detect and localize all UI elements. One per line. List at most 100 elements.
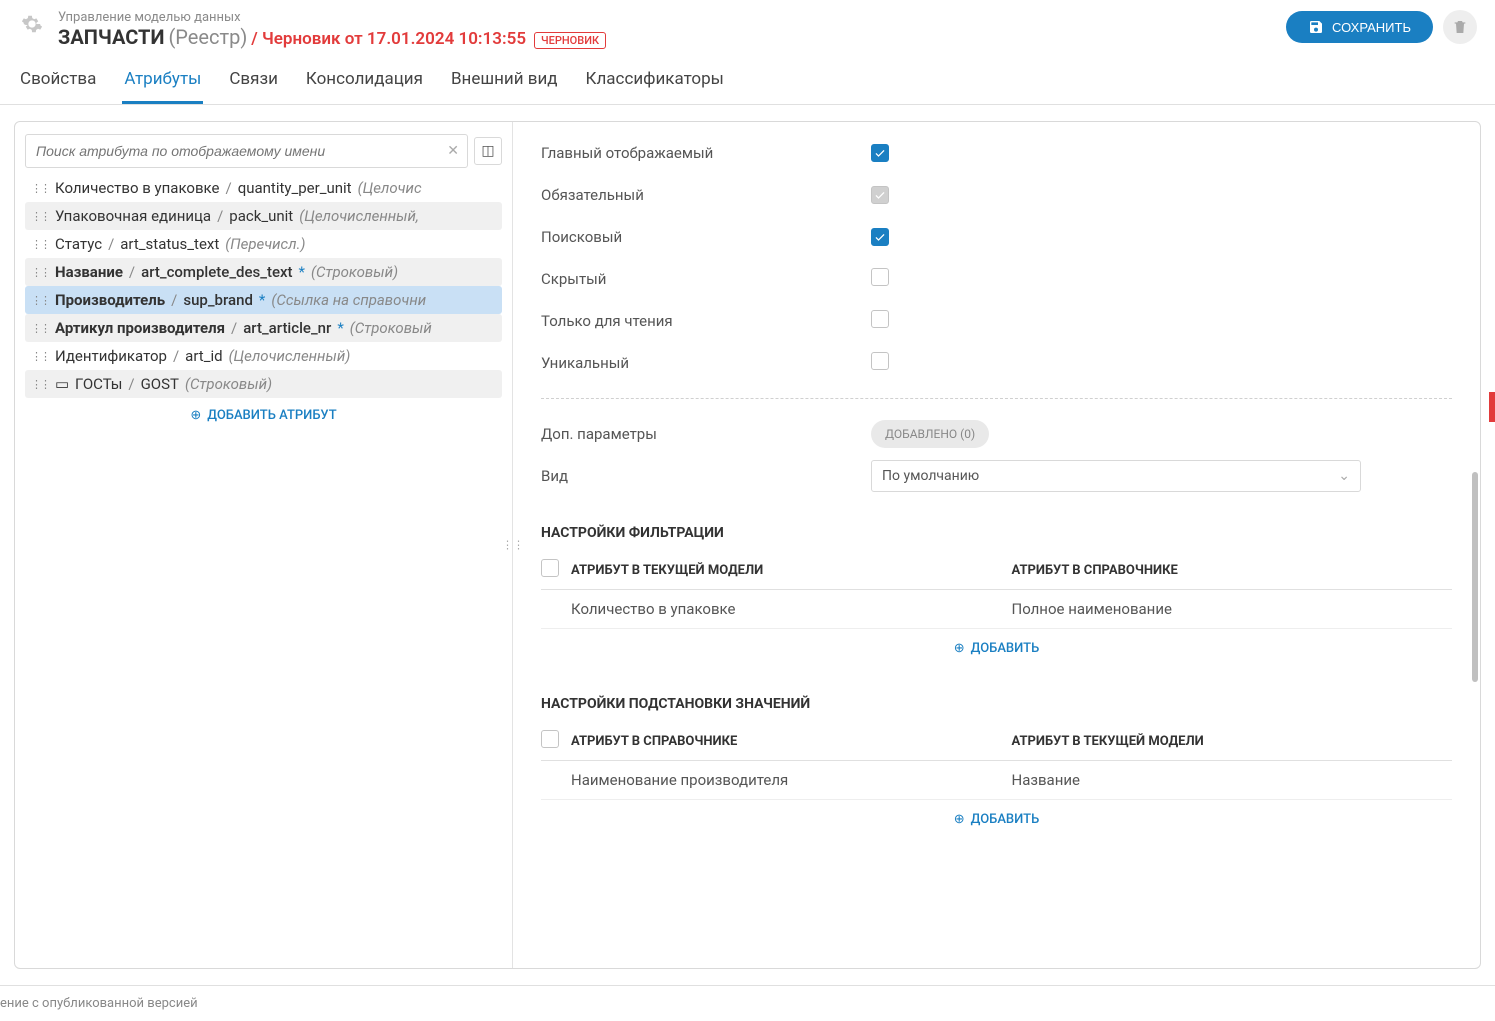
filter-col2: АТРИБУТ В СПРАВОЧНИКЕ (1012, 563, 1453, 578)
subst-add-button[interactable]: ⊕ ДОБАВИТЬ (541, 800, 1452, 839)
drag-icon[interactable]: ⋮⋮ (31, 378, 49, 391)
save-button-label: СОХРАНИТЬ (1332, 20, 1411, 35)
attr-code: sup_brand (183, 291, 253, 309)
subst-header-checkbox[interactable] (541, 730, 559, 748)
filter-row[interactable]: Количество в упаковке Полное наименовани… (541, 590, 1452, 629)
drag-icon[interactable]: ⋮⋮ (31, 266, 49, 279)
attribute-row[interactable]: ⋮⋮▭ГОСТы / GOST (Строковый) (25, 370, 502, 398)
separator: / (171, 291, 177, 309)
expand-button[interactable]: ◫ (474, 137, 502, 165)
separator: / (108, 235, 114, 253)
subst-section-title: НАСТРОЙКИ ПОДСТАНОВКИ ЗНАЧЕНИЙ (541, 696, 1452, 712)
label-unique: Уникальный (541, 354, 871, 372)
attribute-row[interactable]: ⋮⋮ Упаковочная единица / pack_unit (Целоч… (25, 202, 502, 230)
separator: / (225, 179, 231, 197)
link-icon: ▭ (55, 375, 69, 393)
attr-type: (Целочисленный, (299, 207, 419, 225)
add-attribute-button[interactable]: ⊕ ДОБАВИТЬ АТРИБУТ (25, 398, 502, 433)
separator: / (231, 319, 237, 337)
attribute-row[interactable]: ⋮⋮Статус / art_status_text (Перечисл.) (25, 230, 502, 258)
attribute-row[interactable]: ⋮⋮ Производитель / sup_brand * (Ссылка на… (25, 286, 502, 314)
tab-4[interactable]: Внешний вид (449, 63, 560, 104)
attribute-row[interactable]: ⋮⋮Идентификатор / art_id (Целочисленный) (25, 342, 502, 370)
save-button[interactable]: СОХРАНИТЬ (1286, 11, 1433, 43)
attr-type: (Строковый) (311, 263, 398, 281)
checkbox-searchable[interactable] (871, 228, 889, 246)
tab-5[interactable]: Классификаторы (584, 63, 726, 104)
attr-code: art_article_nr (243, 319, 331, 337)
subst-col2: АТРИБУТ В ТЕКУЩЕЙ МОДЕЛИ (1012, 734, 1453, 749)
plus-icon: ⊕ (954, 812, 965, 827)
label-main-display: Главный отображаемый (541, 144, 871, 162)
attr-type: (Строковый (350, 319, 432, 337)
attr-code: pack_unit (229, 207, 293, 225)
attr-name: Артикул производителя (55, 319, 225, 337)
checkbox-required[interactable] (871, 186, 889, 204)
tab-0[interactable]: Свойства (18, 63, 98, 104)
subst-add-label: ДОБАВИТЬ (971, 812, 1040, 827)
label-required: Обязательный (541, 186, 871, 204)
clear-icon[interactable]: ✕ (447, 143, 459, 159)
drag-icon[interactable]: ⋮⋮ (31, 350, 49, 363)
attribute-row[interactable]: ⋮⋮Название / art_complete_des_text * (Ст… (25, 258, 502, 286)
tab-3[interactable]: Консолидация (304, 63, 425, 104)
breadcrumb: Управление моделью данных (58, 10, 606, 25)
separator: / (128, 375, 134, 393)
attribute-row[interactable]: ⋮⋮ Артикул производителя / art_article_nr… (25, 314, 502, 342)
attribute-row[interactable]: ⋮⋮ Количество в упаковке / quantity_per_u… (25, 174, 502, 202)
search-input[interactable] (26, 135, 467, 167)
attr-code: art_status_text (120, 235, 219, 253)
label-hidden: Скрытый (541, 270, 871, 288)
attr-code: quantity_per_unit (238, 179, 352, 197)
drag-icon[interactable]: ⋮⋮ (31, 210, 49, 223)
filter-section-title: НАСТРОЙКИ ФИЛЬТРАЦИИ (541, 525, 1452, 541)
checkbox-unique[interactable] (871, 352, 889, 370)
tab-2[interactable]: Связи (227, 63, 280, 104)
label-readonly: Только для чтения (541, 312, 871, 330)
attr-name: Упаковочная единица (55, 207, 211, 225)
draft-timestamp: / Черновик от 17.01.2024 10:13:55 (251, 29, 526, 49)
tab-1[interactable]: Атрибуты (122, 63, 203, 104)
scrollbar-thumb[interactable] (1472, 472, 1478, 682)
label-searchable: Поисковый (541, 228, 871, 246)
drag-icon[interactable]: ⋮⋮ (31, 182, 49, 195)
required-star: * (299, 263, 305, 281)
subst-row[interactable]: Наименование производителя Название (541, 761, 1452, 800)
tabs-bar: Свойства Атрибуты Связи Консолидация Внешний… (0, 49, 1495, 105)
attr-name: Статус (55, 235, 102, 253)
checkbox-readonly[interactable] (871, 310, 889, 328)
draft-badge: ЧЕРНОВИК (534, 32, 606, 49)
attr-type: (Строковый) (185, 375, 272, 393)
plus-icon: ⊕ (190, 408, 201, 423)
filter-header-checkbox[interactable] (541, 559, 559, 577)
filter-row-c2: Полное наименование (1012, 600, 1453, 618)
side-indicator (1489, 392, 1495, 422)
extra-params-pill[interactable]: ДОБАВЛЕНО (0) (871, 420, 989, 448)
checkbox-hidden[interactable] (871, 268, 889, 286)
drag-icon[interactable]: ⋮⋮ (31, 322, 49, 335)
attr-name: Производитель (55, 291, 165, 309)
footer-text: ение с опубликованной версией (0, 985, 1495, 1021)
view-select[interactable]: По умолчанию ⌄ (871, 460, 1361, 492)
filter-col1: АТРИБУТ В ТЕКУЩЕЙ МОДЕЛИ (571, 563, 1012, 578)
subst-col1: АТРИБУТ В СПРАВОЧНИКЕ (571, 734, 1012, 749)
attr-name: Количество в упаковке (55, 179, 219, 197)
subst-row-c2: Название (1012, 771, 1453, 789)
page-title-suffix: (Реестр) (168, 25, 247, 49)
chevron-down-icon: ⌄ (1338, 468, 1350, 484)
gear-icon (18, 10, 46, 38)
page-title: ЗАПЧАСТИ (58, 25, 164, 49)
separator: / (217, 207, 223, 225)
drag-icon[interactable]: ⋮⋮ (31, 294, 49, 307)
drag-icon[interactable]: ⋮⋮ (31, 238, 49, 251)
attr-code: art_id (185, 347, 222, 365)
label-view: Вид (541, 467, 871, 485)
attribute-list: ⋮⋮ Количество в упаковке / quantity_per_u… (25, 174, 502, 398)
filter-add-button[interactable]: ⊕ ДОБАВИТЬ (541, 629, 1452, 668)
filter-row-c1: Количество в упаковке (571, 600, 1012, 618)
plus-icon: ⊕ (954, 641, 965, 656)
attr-type: (Ссылка на справочни (271, 291, 426, 309)
checkbox-main-display[interactable] (871, 144, 889, 162)
delete-button[interactable] (1443, 10, 1477, 44)
required-star: * (259, 291, 265, 309)
